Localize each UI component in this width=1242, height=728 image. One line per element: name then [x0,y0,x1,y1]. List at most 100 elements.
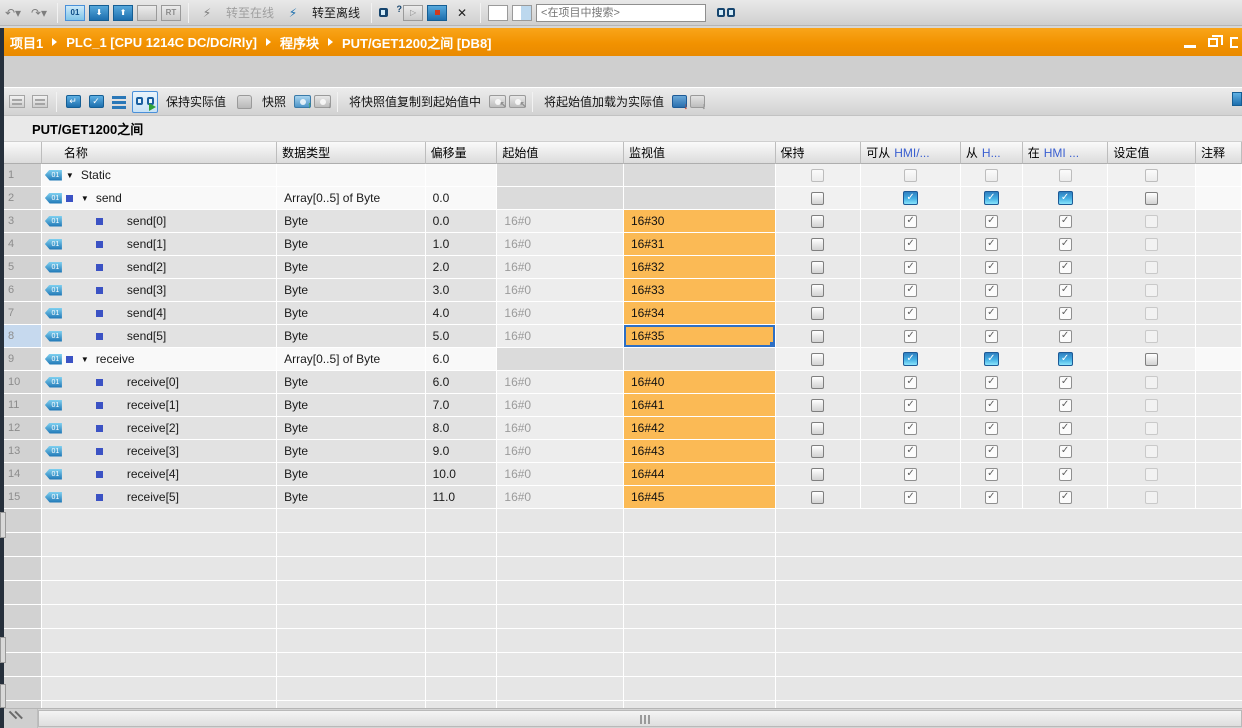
row-number-cell[interactable]: 6 [4,279,42,302]
hmi-visible-checkbox[interactable]: ✓ [1059,238,1072,251]
hmi-accessible-checkbox[interactable]: ✓ [904,468,917,481]
variable-name-cell[interactable]: 01▼Static [42,164,277,187]
setpoint-checkbox[interactable] [1145,261,1158,274]
snapshot-button[interactable]: 快照 [257,93,291,110]
row-number-cell[interactable] [4,533,42,557]
retain-checkbox[interactable] [811,468,824,481]
start-value-cell[interactable] [497,348,624,371]
datatype-cell[interactable]: Byte [277,440,426,463]
offset-cell[interactable]: 0.0 [426,210,498,233]
hmi-visible-checkbox[interactable]: ✓ [1059,215,1072,228]
datatype-cell[interactable]: Byte [277,302,426,325]
redo-icon[interactable]: ↷▾ [28,3,50,23]
offset-cell[interactable]: 10.0 [426,463,498,486]
hmi-writable-checkbox[interactable]: ✓ [985,307,998,320]
split-editor-icon[interactable] [512,5,532,21]
empty-cell[interactable] [277,509,426,533]
reset-start-values-icon[interactable]: ↵ [63,93,83,111]
go-offline-icon[interactable]: ⚡ [282,3,304,23]
variable-name-cell[interactable]: 01receive[3] [42,440,277,463]
empty-cell[interactable] [497,581,624,605]
comment-cell[interactable] [1196,210,1242,233]
hmi-writable-checkbox[interactable]: ✓ [985,468,998,481]
comment-cell[interactable] [1196,417,1242,440]
empty-cell[interactable] [42,677,277,701]
empty-cell[interactable] [624,653,776,677]
datatype-cell[interactable]: Array[0..5] of Byte [277,348,426,371]
comment-cell[interactable] [1196,325,1242,348]
empty-cell[interactable] [624,701,776,708]
column-header-comment[interactable]: 注释 [1196,142,1242,164]
row-number-cell[interactable] [4,701,42,708]
variable-name-cell[interactable]: 01▼receive [42,348,277,371]
empty-cell[interactable] [497,533,624,557]
empty-cell[interactable] [776,677,1242,701]
retain-checkbox[interactable] [811,238,824,251]
load-start-values-icon[interactable]: ↓ [672,95,687,108]
go-online-button[interactable]: 转至在线 [222,4,278,21]
offset-cell[interactable]: 5.0 [426,325,498,348]
empty-cell[interactable] [277,677,426,701]
breadcrumb-plc[interactable]: PLC_1 [CPU 1214C DC/DC/Rly] [66,35,257,50]
monitor-value-cell[interactable] [624,348,776,371]
row-number-cell[interactable]: 14 [4,463,42,486]
hmi-visible-checkbox[interactable]: ✓ [1059,307,1072,320]
row-number-cell[interactable] [4,509,42,533]
empty-cell[interactable] [426,557,498,581]
row-number-cell[interactable]: 4 [4,233,42,256]
freeze-db-icon[interactable] [234,93,254,111]
start-value-cell[interactable]: 16#0 [497,325,624,348]
column-header-retain[interactable]: 保持 [776,142,862,164]
column-header-setpoint[interactable]: 设定值 [1108,142,1196,164]
hmi-accessible-checkbox[interactable]: ✓ [904,445,917,458]
row-number-cell[interactable]: 9 [4,348,42,371]
empty-cell[interactable] [624,557,776,581]
collapsed-panel-tab[interactable] [0,684,6,708]
stop-simulation-icon[interactable] [427,5,447,21]
empty-cell[interactable] [42,701,277,708]
variable-name-cell[interactable]: 01receive[0] [42,371,277,394]
variable-name-cell[interactable]: 01send[5] [42,325,277,348]
hmi-visible-checkbox[interactable]: ✓ [1059,261,1072,274]
setpoint-checkbox[interactable] [1145,192,1158,205]
row-number-cell[interactable] [4,605,42,629]
hmi-accessible-checkbox[interactable]: ✓ [904,422,917,435]
comment-cell[interactable] [1196,279,1242,302]
monitor-value-cell[interactable]: 16#45 [624,486,776,509]
empty-cell[interactable] [42,605,277,629]
offset-cell[interactable]: 2.0 [426,256,498,279]
start-runtime-icon[interactable]: RT [161,5,181,21]
row-number-cell[interactable]: 3 [4,210,42,233]
empty-cell[interactable] [497,701,624,708]
empty-cell[interactable] [624,605,776,629]
hmi-writable-checkbox[interactable]: ✓ [985,261,998,274]
hmi-writable-checkbox[interactable]: ✓ [985,445,998,458]
horizontal-scrollbar[interactable] [0,708,1242,728]
monitor-value-cell[interactable]: 16#30 [624,210,776,233]
setpoint-checkbox[interactable] [1145,468,1158,481]
hmi-visible-checkbox[interactable]: ✓ [1059,445,1072,458]
insert-row-icon[interactable] [7,93,27,111]
start-value-cell[interactable]: 16#0 [497,233,624,256]
empty-cell[interactable] [776,605,1242,629]
datatype-cell[interactable]: Byte [277,463,426,486]
hmi-writable-checkbox[interactable]: ✓ [985,376,998,389]
hmi-writable-checkbox[interactable]: ✓ [985,491,998,504]
row-number-cell[interactable]: 5 [4,256,42,279]
monitor-value-cell[interactable]: 16#43 [624,440,776,463]
comment-cell[interactable] [1196,486,1242,509]
hmi-accessible-checkbox[interactable]: ✓ [903,352,918,366]
offset-cell[interactable]: 4.0 [426,302,498,325]
column-header-rownum[interactable] [4,142,42,164]
datatype-cell[interactable]: Byte [277,417,426,440]
load-start-as-actual-button[interactable]: 将起始值加载为实际值 [539,93,669,110]
go-offline-button[interactable]: 转至离线 [308,4,364,21]
offset-cell[interactable]: 9.0 [426,440,498,463]
hmi-visible-checkbox[interactable]: ✓ [1059,284,1072,297]
row-number-cell[interactable]: 12 [4,417,42,440]
row-number-cell[interactable]: 7 [4,302,42,325]
empty-cell[interactable] [277,581,426,605]
variable-name-cell[interactable]: 01send[3] [42,279,277,302]
empty-cell[interactable] [624,509,776,533]
column-header-offset[interactable]: 偏移量 [426,142,498,164]
